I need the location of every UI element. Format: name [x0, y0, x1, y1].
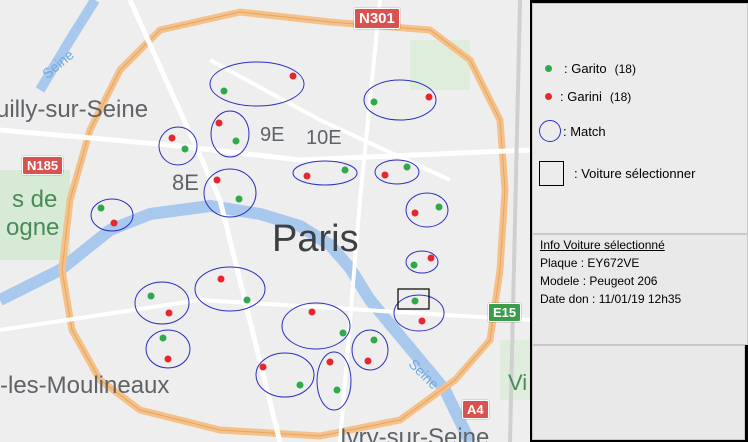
legend-garini-label: : Garini [560, 89, 602, 104]
green-dot-icon [545, 65, 552, 72]
garito-marker[interactable] [181, 145, 189, 153]
garini-marker[interactable] [289, 72, 297, 80]
vehicle-info-title: Info Voiture sélectionné [540, 238, 665, 252]
vehicle-model: Modele : Peugeot 206 [540, 274, 658, 288]
district-label-9e: 9E [260, 124, 285, 146]
legend-garito-count: (18) [614, 61, 636, 76]
garini-marker[interactable] [303, 172, 311, 180]
garito-marker[interactable] [333, 386, 341, 394]
garito-marker[interactable] [341, 166, 349, 174]
garito-marker[interactable] [370, 336, 378, 344]
legend-panel: : Garito (18) : Garini (18) : Match : Vo… [532, 3, 748, 234]
city-label-paris: Paris [272, 218, 359, 260]
garini-marker[interactable] [168, 134, 176, 142]
garito-marker[interactable] [339, 329, 347, 337]
place-label-boulogne: ogne [6, 214, 60, 241]
garini-marker[interactable] [215, 119, 223, 127]
garini-marker[interactable] [411, 209, 419, 217]
garini-marker[interactable] [164, 355, 172, 363]
legend-garini: : Garini (18) [545, 89, 631, 104]
vehicle-plate: Plaque : EY672VE [540, 256, 640, 270]
legend-match-label: : Match [563, 123, 606, 139]
garini-marker[interactable] [326, 358, 334, 366]
map-view[interactable]: uilly-sur-Seine s de ogne -les-Moulineau… [0, 0, 530, 442]
garini-marker[interactable] [165, 309, 173, 317]
garini-marker[interactable] [364, 357, 372, 365]
place-label-bois: s de [12, 186, 58, 213]
garito-marker[interactable] [147, 292, 155, 300]
legend-garito: : Garito (18) [545, 61, 636, 76]
ellipse-icon [539, 120, 561, 142]
garito-marker[interactable] [435, 203, 443, 211]
garini-marker[interactable] [110, 219, 118, 227]
road-badge-n185: N185 [22, 156, 64, 175]
place-label-neuilly: uilly-sur-Seine [0, 96, 149, 123]
garini-marker[interactable] [427, 254, 435, 262]
garito-marker[interactable] [235, 195, 243, 203]
garito-marker[interactable] [410, 261, 418, 269]
road-badge-n301: N301 [354, 8, 400, 29]
garito-marker[interactable] [232, 137, 240, 145]
garito-marker[interactable] [370, 98, 378, 106]
garito-marker[interactable] [403, 163, 411, 171]
garini-marker[interactable] [418, 317, 426, 325]
garito-marker[interactable] [243, 296, 251, 304]
legend-selected: : Voiture sélectionner [539, 161, 695, 186]
legend-garito-label: : Garito [564, 61, 607, 76]
square-icon [539, 161, 564, 186]
garini-marker[interactable] [217, 275, 225, 283]
garini-marker[interactable] [308, 308, 316, 316]
garini-marker[interactable] [425, 93, 433, 101]
legend-selected-label: : Voiture sélectionner [574, 166, 696, 181]
vehicle-date: Date don : 11/01/19 12h35 [540, 292, 682, 306]
garito-marker[interactable] [159, 334, 167, 342]
place-label-vitry: Vi [508, 370, 528, 395]
garini-marker[interactable] [381, 171, 389, 179]
garito-marker[interactable] [220, 87, 228, 95]
road-badge-a4: A4 [462, 400, 489, 419]
garito-marker[interactable] [411, 297, 419, 305]
garini-marker[interactable] [213, 176, 221, 184]
garini-marker[interactable] [259, 363, 267, 371]
district-label-8e: 8E [172, 170, 199, 195]
place-label-issy: -les-Moulineaux [0, 372, 170, 399]
red-dot-icon [545, 93, 552, 100]
empty-panel [532, 345, 745, 440]
legend-garini-count: (18) [609, 89, 632, 104]
district-label-10e: 10E [306, 127, 342, 149]
garito-marker[interactable] [97, 204, 105, 212]
legend-match: : Match [539, 120, 606, 142]
road-badge-e15: E15 [488, 303, 522, 322]
garito-marker[interactable] [296, 381, 304, 389]
place-label-ivry: Ivry-sur-Seine [340, 424, 490, 442]
